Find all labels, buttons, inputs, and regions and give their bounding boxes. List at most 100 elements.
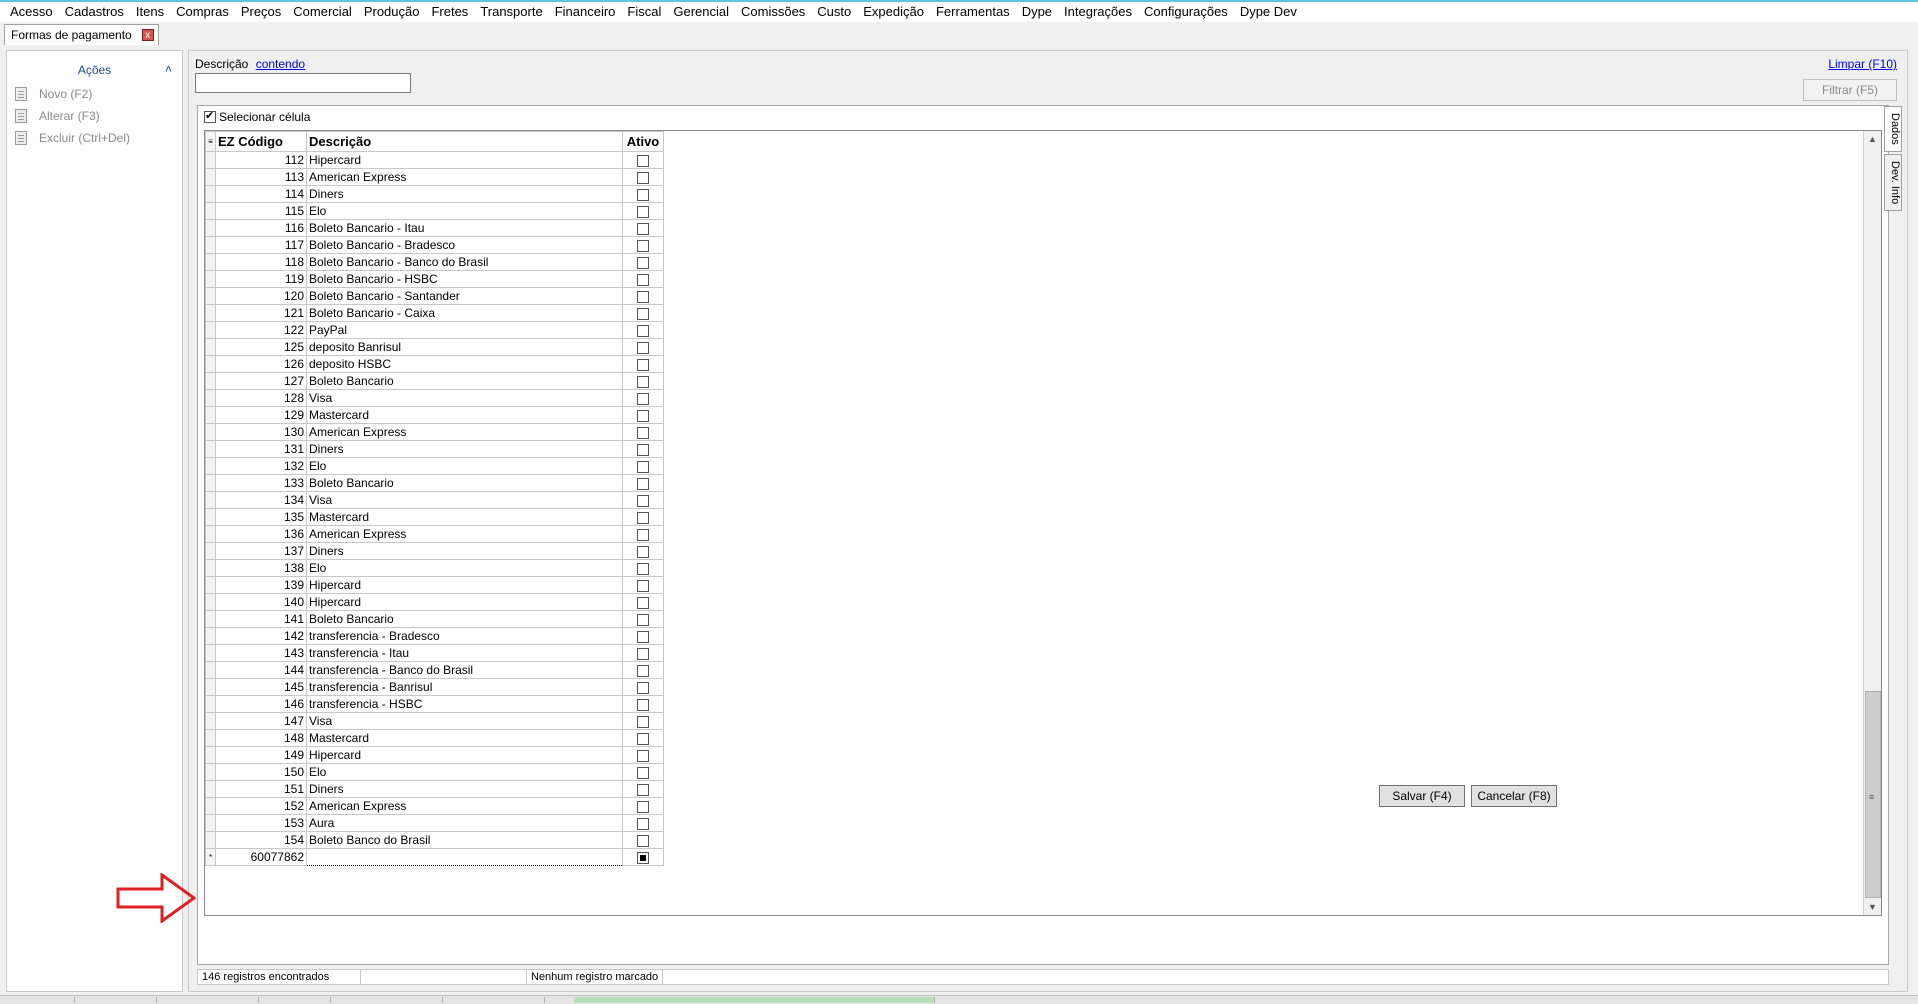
row-indicator[interactable]	[205, 219, 216, 237]
row-indicator[interactable]	[205, 304, 216, 322]
cancel-button[interactable]: Cancelar (F8)	[1471, 785, 1557, 807]
row-indicator[interactable]	[205, 780, 216, 798]
active-checkbox[interactable]	[637, 732, 649, 745]
cell-description[interactable]: Boleto Bancario - Santander	[306, 287, 623, 305]
cell-description[interactable]: Diners	[306, 780, 623, 798]
active-checkbox[interactable]	[637, 579, 649, 592]
menu-item-integracoes[interactable]: Integrações	[1058, 3, 1138, 21]
active-checkbox[interactable]	[637, 715, 649, 728]
table-row[interactable]: 118 Boleto Bancario - Banco do Brasil	[205, 253, 664, 271]
column-header-code[interactable]: EZ Código	[215, 131, 307, 152]
cell-code[interactable]: 136	[215, 525, 307, 543]
cell-code[interactable]: 131	[215, 440, 307, 458]
cell-active[interactable]	[622, 372, 664, 390]
row-indicator[interactable]	[205, 610, 216, 628]
cell-active[interactable]	[622, 440, 664, 458]
table-row[interactable]: 114 Diners	[205, 185, 664, 203]
table-row[interactable]: 126 deposito HSBC	[205, 355, 664, 373]
cell-active[interactable]	[622, 355, 664, 373]
table-row[interactable]: 147 Visa	[205, 712, 664, 730]
cell-active[interactable]	[622, 151, 664, 169]
menu-item-gerencial[interactable]: Gerencial	[667, 3, 735, 21]
cell-description[interactable]: Diners	[306, 542, 623, 560]
row-indicator[interactable]	[205, 406, 216, 424]
menu-item-transporte[interactable]: Transporte	[474, 3, 548, 21]
cell-active[interactable]	[622, 219, 664, 237]
cell-active[interactable]	[622, 508, 664, 526]
active-checkbox[interactable]	[637, 222, 649, 235]
scroll-thumb[interactable]: ≡	[1865, 691, 1881, 898]
cell-code[interactable]: 147	[215, 712, 307, 730]
active-checkbox[interactable]	[637, 443, 649, 456]
row-indicator[interactable]	[205, 168, 216, 186]
select-cell-checkbox[interactable]	[204, 109, 216, 123]
row-indicator[interactable]	[205, 185, 216, 203]
cell-code[interactable]: 132	[215, 457, 307, 475]
cell-code[interactable]: 129	[215, 406, 307, 424]
menu-item-custo[interactable]: Custo	[811, 3, 857, 21]
cell-code[interactable]: 135	[215, 508, 307, 526]
cell-active[interactable]	[622, 202, 664, 220]
close-icon[interactable]: x	[141, 29, 154, 41]
cell-active[interactable]	[622, 423, 664, 441]
cell-description[interactable]: Elo	[306, 763, 623, 781]
cell-description[interactable]: American Express	[306, 797, 623, 815]
active-checkbox[interactable]	[637, 273, 649, 286]
cell-description[interactable]: Boleto Bancario	[306, 372, 623, 390]
table-row[interactable]: 125 deposito Banrisul	[205, 338, 664, 356]
table-row[interactable]: 113 American Express	[205, 168, 664, 186]
cell-code[interactable]: 152	[215, 797, 307, 815]
active-checkbox[interactable]	[637, 834, 649, 847]
row-indicator[interactable]	[205, 338, 216, 356]
cell-code[interactable]: 113	[215, 168, 307, 186]
row-indicator[interactable]	[205, 508, 216, 526]
cell-code[interactable]: 128	[215, 389, 307, 407]
cell-code[interactable]: 139	[215, 576, 307, 594]
cell-active[interactable]	[622, 746, 664, 764]
cell-description[interactable]: American Express	[306, 423, 623, 441]
menu-item-compras[interactable]: Compras	[170, 3, 235, 21]
active-checkbox[interactable]	[637, 290, 649, 303]
row-indicator[interactable]	[205, 695, 216, 713]
scroll-up-icon[interactable]: ▲	[1864, 131, 1881, 147]
cell-active[interactable]	[622, 576, 664, 594]
cell-active[interactable]	[622, 593, 664, 611]
row-indicator[interactable]	[205, 559, 216, 577]
table-row[interactable]: 136 American Express	[205, 525, 664, 543]
table-row[interactable]: 115 Elo	[205, 202, 664, 220]
cell-description[interactable]: Visa	[306, 712, 623, 730]
active-checkbox[interactable]	[637, 749, 649, 762]
row-indicator[interactable]	[205, 491, 216, 509]
row-indicator[interactable]	[205, 270, 216, 288]
chevron-up-icon[interactable]: ˄	[165, 62, 172, 76]
row-indicator[interactable]	[205, 440, 216, 458]
table-row[interactable]: 142 transferencia - Bradesco	[205, 627, 664, 645]
table-row[interactable]: 140 Hipercard	[205, 593, 664, 611]
cell-code[interactable]: 153	[215, 814, 307, 832]
cell-active[interactable]	[622, 780, 664, 798]
table-row[interactable]: 138 Elo	[205, 559, 664, 577]
row-indicator[interactable]	[205, 389, 216, 407]
row-indicator[interactable]	[205, 236, 216, 254]
cell-active[interactable]	[622, 491, 664, 509]
cell-code[interactable]: 118	[215, 253, 307, 271]
row-indicator[interactable]	[205, 729, 216, 747]
table-row[interactable]: 117 Boleto Bancario - Bradesco	[205, 236, 664, 254]
row-indicator[interactable]	[205, 542, 216, 560]
action-new-button[interactable]: Novo (F2)	[7, 83, 182, 105]
cell-description[interactable]: Boleto Bancario - Caixa	[306, 304, 623, 322]
cell-active[interactable]	[622, 559, 664, 577]
filter-button[interactable]: Filtrar (F5)	[1803, 79, 1897, 101]
actions-header[interactable]: Ações ˄	[7, 57, 182, 83]
cell-active[interactable]	[622, 304, 664, 322]
column-header-active[interactable]: Ativo	[622, 131, 664, 152]
row-indicator[interactable]	[205, 627, 216, 645]
menu-item-comercial[interactable]: Comercial	[287, 3, 358, 21]
table-row[interactable]: 121 Boleto Bancario - Caixa	[205, 304, 664, 322]
cell-code[interactable]: 145	[215, 678, 307, 696]
menu-item-itens[interactable]: Itens	[130, 3, 170, 21]
active-checkbox-indeterminate[interactable]	[637, 851, 649, 864]
active-checkbox[interactable]	[637, 613, 649, 626]
cell-code[interactable]: 140	[215, 593, 307, 611]
cell-active[interactable]	[622, 185, 664, 203]
